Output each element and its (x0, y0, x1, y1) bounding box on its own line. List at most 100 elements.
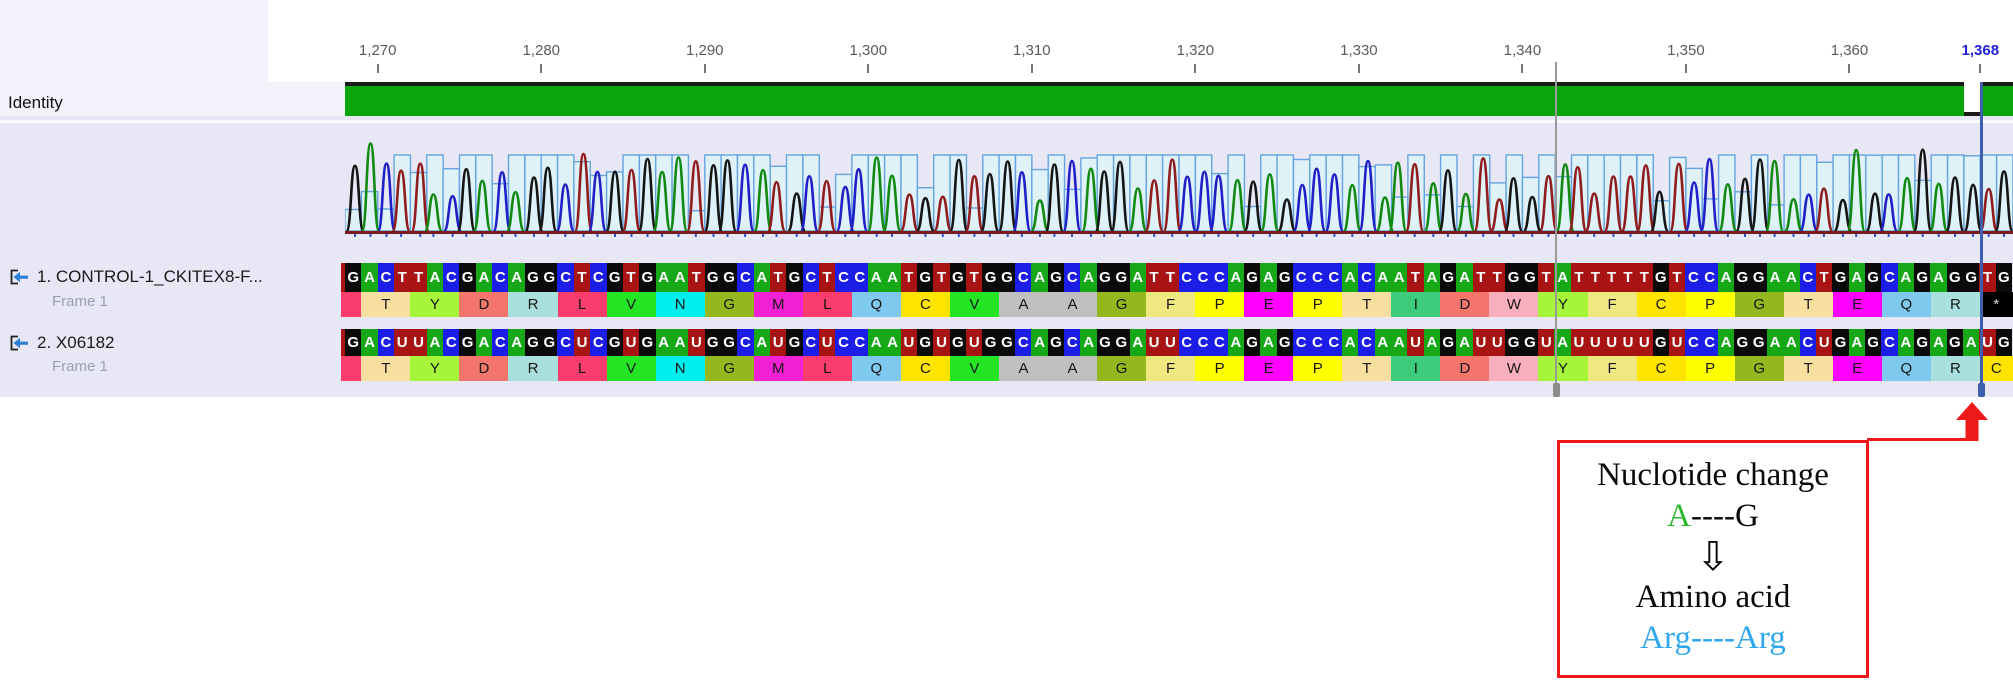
nt-cell[interactable]: U (1668, 329, 1686, 356)
nt-cell[interactable]: C (1799, 329, 1816, 356)
nt-cell[interactable]: A (1783, 263, 1800, 292)
aa-cell[interactable]: F (1587, 292, 1637, 317)
nt-cell[interactable]: G (1963, 263, 1980, 292)
cursor-position-handle[interactable] (1978, 383, 1986, 397)
aa-cell[interactable]: G (1734, 356, 1784, 381)
nt-cell[interactable]: U (394, 329, 411, 356)
aa-cell[interactable]: W (1489, 356, 1539, 381)
nt-cell[interactable]: C (835, 329, 852, 356)
aa-cell[interactable]: C (1636, 292, 1686, 317)
nt-cell[interactable]: C (1292, 329, 1310, 356)
nt-cell[interactable]: G (1750, 263, 1767, 292)
nt-cell[interactable]: G (949, 263, 967, 292)
aa-cell[interactable]: P (1293, 356, 1343, 381)
nt-cell[interactable]: A (1717, 263, 1735, 292)
nt-cell[interactable]: G (1096, 263, 1114, 292)
nt-cell[interactable]: A (1717, 329, 1735, 356)
nt-cell[interactable]: G (1946, 263, 1964, 292)
nt-cell[interactable]: G (639, 263, 656, 292)
nt-cell[interactable]: A (1341, 263, 1359, 292)
aa-cell[interactable]: L (557, 356, 607, 381)
aa-cell[interactable]: V (949, 292, 999, 317)
nt-cell[interactable]: G (1946, 329, 1964, 356)
nt-cell[interactable]: C (737, 329, 754, 356)
nt-cell[interactable]: C (1309, 263, 1326, 292)
nt-cell[interactable]: G (606, 263, 623, 292)
nt-cell[interactable]: C (1064, 329, 1081, 356)
nt-cell[interactable]: G (639, 329, 656, 356)
nt-cell[interactable]: T (769, 263, 787, 292)
nt-cell[interactable]: G (998, 329, 1016, 356)
aa-cell[interactable]: G (1097, 356, 1147, 381)
nt-cell[interactable]: C (1881, 329, 1898, 356)
nt-cell[interactable]: A (1897, 329, 1914, 356)
aa-cell[interactable]: E (1832, 356, 1882, 381)
nt-cell[interactable]: T (1145, 263, 1163, 292)
nt-cell[interactable]: A (1391, 263, 1408, 292)
nt-cell[interactable]: C (1015, 263, 1032, 292)
aa-cell[interactable]: C (1636, 356, 1686, 381)
nt-cell[interactable]: G (345, 329, 362, 356)
aa-cell[interactable]: P (1685, 356, 1735, 381)
aa-cell[interactable]: I (1391, 356, 1441, 381)
nt-cell[interactable]: A (868, 329, 885, 356)
nt-cell[interactable]: G (1047, 329, 1065, 356)
nt-cell[interactable]: U (622, 329, 640, 356)
aa-cell[interactable]: L (802, 292, 852, 317)
aa-cell[interactable]: P (1685, 292, 1735, 317)
aa-cell[interactable]: T (1783, 292, 1833, 317)
nt-cell[interactable]: T (1570, 263, 1588, 292)
nt-cell[interactable]: U (1815, 329, 1833, 356)
sequence-2-name-row[interactable]: 2. X06182 (10, 329, 115, 357)
nt-cell[interactable]: T (394, 263, 411, 292)
nt-cell[interactable]: G (541, 263, 558, 292)
nt-cell[interactable]: A (671, 329, 689, 356)
nt-cell[interactable]: A (1391, 329, 1408, 356)
nt-cell[interactable]: A (1456, 329, 1473, 356)
selection-boundary-handle[interactable] (1552, 383, 1560, 397)
nt-cell[interactable]: A (884, 329, 901, 356)
nt-cell[interactable]: T (900, 263, 918, 292)
nt-cell[interactable]: U (410, 329, 427, 356)
nt-cell[interactable]: A (475, 329, 493, 356)
nt-cell[interactable]: T (1603, 263, 1620, 292)
nt-cell[interactable]: A (1227, 329, 1244, 356)
aa-cell[interactable]: L (557, 292, 607, 317)
nt-cell[interactable]: C (557, 263, 574, 292)
nt-cell[interactable]: G (1914, 263, 1931, 292)
nt-cell[interactable]: A (1963, 329, 1980, 356)
nt-cell[interactable]: A (508, 329, 525, 356)
nt-cell[interactable]: C (377, 329, 395, 356)
nt-cell[interactable]: G (704, 263, 721, 292)
nt-cell[interactable]: U (1619, 329, 1637, 356)
nt-cell[interactable]: C (1358, 263, 1375, 292)
aa-cell-trailing[interactable]: C (1979, 356, 2013, 381)
aa-cell[interactable]: P (1195, 356, 1245, 381)
nt-cell[interactable]: T (573, 263, 591, 292)
nt-cell[interactable]: U (688, 329, 705, 356)
nt-cell[interactable]: A (1227, 263, 1244, 292)
nt-cell[interactable]: G (1243, 263, 1261, 292)
nt-cell[interactable]: G (1505, 329, 1522, 356)
nt-cell[interactable]: C (492, 263, 509, 292)
aa-cell[interactable]: Q (851, 356, 901, 381)
aa-cell[interactable]: R (1930, 356, 1980, 381)
aa-cell[interactable]: Q (1881, 356, 1931, 381)
aa-cell[interactable]: Y (1538, 356, 1588, 381)
nt-cell[interactable]: G (541, 329, 558, 356)
aa-cell[interactable]: A (1048, 292, 1098, 317)
nt-cell[interactable]: C (1211, 329, 1228, 356)
chromatogram-trace[interactable] (345, 127, 2013, 237)
nt-cell[interactable]: G (524, 329, 542, 356)
aa-cell-partial[interactable] (341, 356, 362, 381)
nt-cell[interactable]: T (688, 263, 705, 292)
nt-cell[interactable]: A (1783, 329, 1800, 356)
nt-cell[interactable]: A (753, 263, 770, 292)
nt-cell[interactable]: U (1489, 329, 1506, 356)
nt-cell[interactable]: G (786, 329, 803, 356)
nt-cell[interactable]: C (1685, 329, 1702, 356)
nt-cell[interactable]: C (1325, 329, 1342, 356)
nt-cell[interactable]: C (1799, 263, 1816, 292)
nt-cell[interactable]: A (361, 263, 378, 292)
nt-cell[interactable]: G (917, 263, 934, 292)
